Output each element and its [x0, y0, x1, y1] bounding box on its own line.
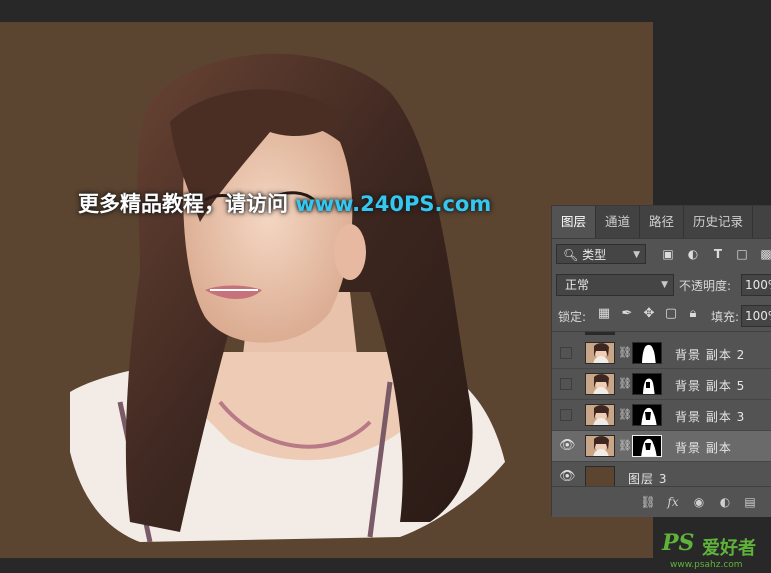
fx-icon[interactable]: fx	[665, 494, 681, 510]
layer-mask-thumbnail[interactable]	[632, 342, 662, 364]
partial-layer-thumb	[585, 332, 615, 335]
layer-name: 背景 副本	[675, 441, 732, 455]
tab-layers[interactable]: 图层	[552, 206, 597, 238]
tab-history[interactable]: 历史记录	[684, 206, 754, 238]
lock-artboard-icon[interactable]: ▢	[663, 306, 679, 322]
site-logo-cn: 爱好者	[702, 538, 756, 559]
visibility-toggle[interactable]	[560, 378, 572, 390]
mask-link-icon[interactable]: ⛓	[618, 408, 632, 421]
visibility-toggle[interactable]	[560, 347, 572, 359]
layer-mask-thumbnail[interactable]	[632, 435, 662, 457]
layer-mask-thumbnail[interactable]	[632, 373, 662, 395]
layer-row[interactable]: 👁︎ 图层 3	[552, 462, 771, 487]
layer-name: 背景 副本 5	[675, 379, 746, 393]
site-url: www.psahz.com	[670, 560, 743, 570]
folder-icon[interactable]: ▤	[742, 494, 758, 510]
layer-thumbnail	[585, 342, 615, 364]
layer-list: ⛓ 背景 副本 2 ⛓ 背景 副本 5 ⛓ 背景 副本 3 👁︎ ⛓ 背景 副本…	[552, 331, 771, 487]
layer-thumbnail	[585, 373, 615, 395]
layer-thumbnail	[585, 404, 615, 426]
fill-field[interactable]: 100%	[741, 305, 771, 327]
opacity-label: 不透明度:	[679, 279, 732, 293]
layer-thumbnail	[585, 435, 615, 457]
layer-mask-thumbnail[interactable]	[632, 404, 662, 426]
text-filter-icon[interactable]: T	[710, 246, 726, 262]
lock-label: 锁定:	[558, 310, 587, 324]
chevron-down-icon: ▼	[633, 250, 640, 260]
chevron-down-icon: ▼	[661, 280, 668, 290]
layer-name: 图层 3	[628, 472, 668, 486]
layer-row[interactable]: ⛓ 背景 副本 3	[552, 400, 771, 431]
adjustment-filter-icon[interactable]: ◐	[685, 246, 701, 262]
lock-all-icon[interactable]: 🔒︎	[685, 306, 701, 322]
opacity-field[interactable]: 100%	[741, 274, 771, 296]
blend-mode-value: 正常	[565, 278, 590, 292]
fill-label: 填充:	[711, 310, 740, 324]
panel-tabs: 图层 通道 路径 历史记录	[552, 206, 771, 239]
lock-position-move-icon[interactable]: ✥	[641, 306, 657, 322]
eye-icon[interactable]: 👁︎	[559, 469, 576, 484]
watermark-text-cn: 更多精品教程，请访问	[78, 192, 296, 216]
lock-image-brush-icon[interactable]: ✒	[619, 306, 635, 322]
site-logo: PS	[662, 530, 695, 556]
tab-paths[interactable]: 路径	[640, 206, 685, 238]
eye-icon[interactable]: 👁︎	[559, 438, 576, 453]
layer-filter-select[interactable]: 🔍︎ 类型 ▼	[556, 244, 646, 264]
add-mask-icon[interactable]: ◉	[691, 494, 707, 510]
layer-row[interactable]: ⛓ 背景 副本 2	[552, 338, 771, 369]
watermark-url: www.240PS.com	[295, 192, 492, 216]
layer-row-selected[interactable]: 👁︎ ⛓ 背景 副本	[552, 431, 771, 462]
layer-name: 背景 副本 3	[675, 410, 746, 424]
watermark-banner: 更多精品教程，请访问 www.240PS.com	[78, 188, 491, 218]
tab-channels[interactable]: 通道	[596, 206, 641, 238]
mask-link-icon[interactable]: ⛓	[618, 377, 632, 390]
image-filter-icon[interactable]: ▣	[660, 246, 676, 262]
adjustment-layer-icon[interactable]: ◐	[717, 494, 733, 510]
mask-link-icon[interactable]: ⛓	[618, 346, 632, 359]
layer-thumbnail	[585, 466, 615, 487]
layer-row[interactable]: ⛓ 背景 副本 5	[552, 369, 771, 400]
visibility-toggle[interactable]	[560, 409, 572, 421]
mask-link-icon[interactable]: ⛓	[618, 439, 632, 452]
shape-filter-icon[interactable]: □	[734, 246, 750, 262]
blend-mode-select[interactable]: 正常 ▼	[556, 274, 674, 296]
panel-bottom-toolbar: ⛓ fx ◉ ◐ ▤	[552, 486, 771, 517]
smart-object-filter-icon[interactable]: ▩	[758, 246, 771, 262]
site-badge: PS 爱好者 www.psahz.com	[660, 530, 771, 573]
search-icon: 🔍︎	[563, 248, 579, 262]
link-layers-icon[interactable]: ⛓	[640, 494, 656, 510]
layers-panel: 图层 通道 路径 历史记录 🔍︎ 类型 ▼ ▣ ◐ T □ ▩ 正常 ▼ 不透明…	[551, 205, 771, 517]
filter-kind-label: 类型	[582, 248, 607, 262]
lock-transparent-icon[interactable]: ▦	[596, 306, 612, 322]
layer-name: 背景 副本 2	[675, 348, 746, 362]
